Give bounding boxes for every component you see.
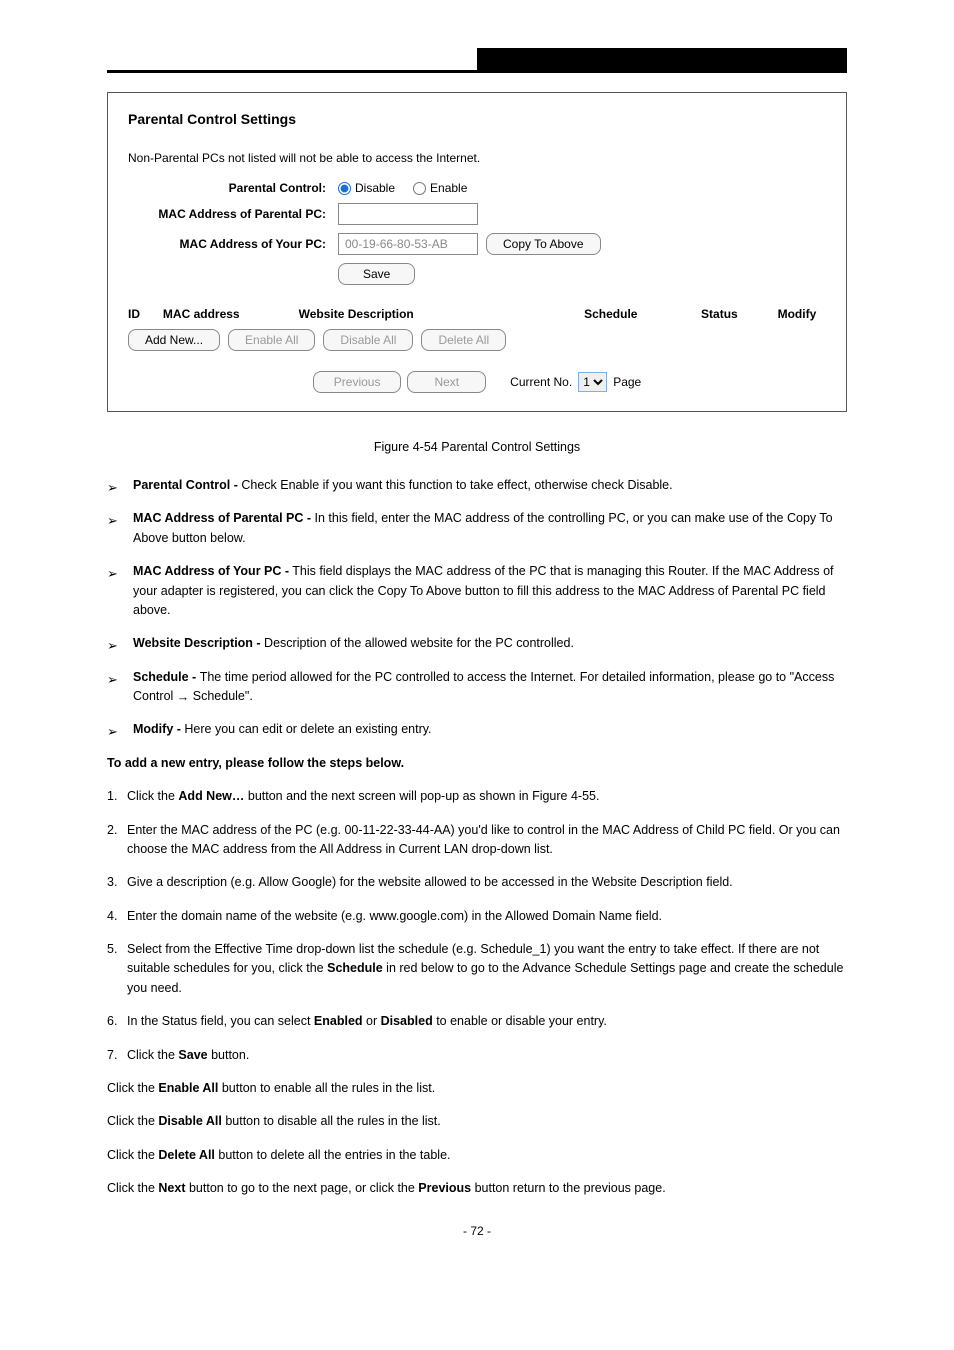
bullet-icon: ➢ [107, 478, 118, 498]
desc-disable-all: Click the Disable All button to disable … [107, 1112, 847, 1131]
page-number: - 72 - [107, 1224, 847, 1238]
radio-enable[interactable] [413, 182, 426, 195]
bullet-icon: ➢ [107, 722, 118, 742]
step-2: 2. Enter the MAC address of the PC (e.g.… [107, 821, 847, 860]
step-7: 7. Click the Save button. [107, 1046, 847, 1065]
save-button[interactable]: Save [338, 263, 415, 285]
panel-title: Parental Control Settings [128, 111, 826, 127]
arrow-icon: → [177, 688, 190, 707]
delete-all-button[interactable]: Delete All [421, 329, 506, 351]
def-website-desc: ➢ Website Description - Description of t… [107, 634, 847, 653]
def-schedule: ➢ Schedule - The time period allowed for… [107, 668, 847, 707]
input-mac-your[interactable] [338, 233, 478, 255]
enable-all-button[interactable]: Enable All [228, 329, 315, 351]
add-new-button[interactable]: Add New... [128, 329, 220, 351]
bullet-icon: ➢ [107, 670, 118, 690]
prev-button[interactable]: Previous [313, 371, 402, 393]
pager: Previous Next Current No. 1 Page [128, 371, 826, 393]
label-mac-your: MAC Address of Your PC: [128, 237, 338, 251]
radio-enable-label[interactable]: Enable [413, 181, 467, 195]
copy-to-above-button[interactable]: Copy To Above [486, 233, 601, 255]
pager-page: Page [613, 375, 641, 389]
definitions-list: ➢ Parental Control - Check Enable if you… [107, 476, 847, 740]
panel-note: Non-Parental PCs not listed will not be … [128, 151, 826, 165]
row-mac-parent: MAC Address of Parental PC: [128, 203, 826, 225]
header-blackbox [477, 48, 847, 70]
th-mac: MAC address [163, 307, 299, 321]
table-header: ID MAC address Website Description Sched… [128, 307, 826, 321]
input-mac-parent[interactable] [338, 203, 478, 225]
th-id: ID [128, 307, 163, 321]
desc-delete-all: Click the Delete All button to delete al… [107, 1146, 847, 1165]
step-4: 4. Enter the domain name of the website … [107, 907, 847, 926]
next-button[interactable]: Next [407, 371, 486, 393]
th-web: Website Description [299, 307, 551, 321]
def-parental-control: ➢ Parental Control - Check Enable if you… [107, 476, 847, 495]
desc-next-prev: Click the Next button to go to the next … [107, 1179, 847, 1198]
row-parental-control: Parental Control: Disable Enable [128, 181, 826, 195]
radio-disable[interactable] [338, 182, 351, 195]
def-mac-parent: ➢ MAC Address of Parental PC - In this f… [107, 509, 847, 548]
bullet-icon: ➢ [107, 636, 118, 656]
page-select[interactable]: 1 [578, 372, 607, 392]
def-mac-your: ➢ MAC Address of Your PC - This field di… [107, 562, 847, 620]
th-sched: Schedule [551, 307, 671, 321]
th-mod: Modify [768, 307, 826, 321]
radio-disable-label[interactable]: Disable [338, 181, 395, 195]
def-modify: ➢ Modify - Here you can edit or delete a… [107, 720, 847, 739]
step-3: 3. Give a description (e.g. Allow Google… [107, 873, 847, 892]
step-6: 6. In the Status field, you can select E… [107, 1012, 847, 1031]
header-rule [107, 70, 847, 78]
th-status: Status [671, 307, 768, 321]
step-1: 1. Click the Add New… button and the nex… [107, 787, 847, 806]
disable-all-button[interactable]: Disable All [323, 329, 413, 351]
label-mac-parent: MAC Address of Parental PC: [128, 207, 338, 221]
to-add-lead: To add a new entry, please follow the st… [107, 754, 847, 773]
step-5: 5. Select from the Effective Time drop-d… [107, 940, 847, 998]
bullet-icon: ➢ [107, 511, 118, 531]
bullet-icon: ➢ [107, 564, 118, 584]
figure-caption: Figure 4-54 Parental Control Settings [107, 440, 847, 454]
desc-enable-all: Click the Enable All button to enable al… [107, 1079, 847, 1098]
settings-panel: Parental Control Settings Non-Parental P… [107, 92, 847, 412]
row-save: Save [128, 263, 826, 285]
label-parental-control: Parental Control: [128, 181, 338, 195]
pager-currentno: Current No. [510, 375, 572, 389]
action-button-row: Add New... Enable All Disable All Delete… [128, 329, 826, 351]
row-mac-your: MAC Address of Your PC: Copy To Above [128, 233, 826, 255]
